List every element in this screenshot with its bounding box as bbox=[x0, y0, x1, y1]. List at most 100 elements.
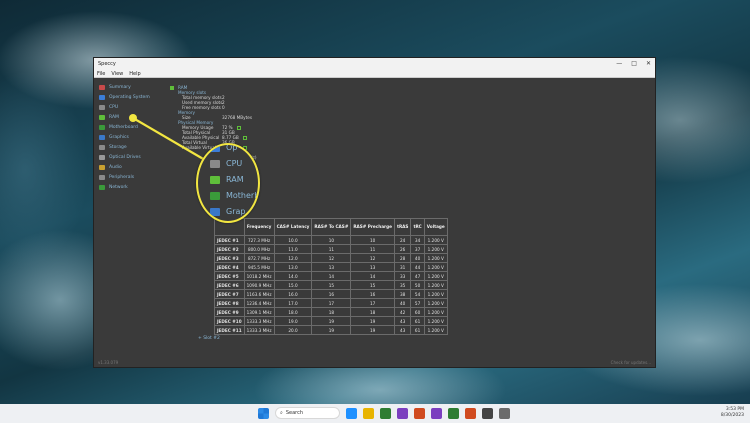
taskbar-app-icon[interactable] bbox=[482, 407, 493, 419]
graphics-icon bbox=[99, 134, 105, 140]
table-cell: 12 bbox=[311, 253, 352, 263]
table-cell: 38 bbox=[393, 289, 412, 299]
magnified-label: CPU bbox=[226, 159, 243, 168]
peripherals-icon bbox=[99, 174, 105, 180]
sidebar-item-graphics[interactable]: Graphics bbox=[99, 132, 159, 142]
ram-icon bbox=[99, 114, 105, 120]
table-cell: 15.0 bbox=[273, 280, 313, 290]
table-cell: 61 bbox=[410, 316, 425, 326]
table-row: JEDEC #7 1163.6 MHz 16.0 16 16 38 54 1.200 V bbox=[214, 289, 448, 299]
table-cell: JEDEC #7 bbox=[214, 289, 245, 299]
sidebar-item-motherboard[interactable]: Motherboard bbox=[99, 122, 159, 132]
sidebar-item-ram[interactable]: RAM bbox=[99, 112, 159, 122]
taskbar-app-icon[interactable] bbox=[465, 407, 476, 419]
table-cell: 1018.2 MHz bbox=[243, 271, 275, 281]
sidebar-item-label: Storage bbox=[109, 144, 127, 150]
table-cell: JEDEC #10 bbox=[214, 316, 245, 326]
table-cell: 10 bbox=[350, 235, 395, 245]
table-cell: 15 bbox=[350, 280, 395, 290]
taskbar-app-icon[interactable] bbox=[380, 407, 391, 419]
sidebar-item-summary[interactable]: Summary bbox=[99, 82, 159, 92]
taskbar-app-icon[interactable] bbox=[431, 407, 442, 419]
motherboard-icon bbox=[210, 191, 220, 200]
taskbar-app-icon[interactable] bbox=[363, 407, 374, 419]
sidebar-item-audio[interactable]: Audio bbox=[99, 162, 159, 172]
table-cell: 34 bbox=[410, 235, 425, 245]
sidebar-item-storage[interactable]: Storage bbox=[99, 142, 159, 152]
table-cell: 40 bbox=[393, 298, 412, 308]
sidebar-item-label: Operating System bbox=[109, 94, 150, 100]
table-cell: 43 bbox=[393, 316, 412, 326]
usage-indicator-icon bbox=[242, 135, 247, 140]
table-row: JEDEC #9 1309.1 MHz 18.0 18 18 42 60 1.200 V bbox=[214, 307, 448, 317]
sidebar-item-label: Audio bbox=[109, 164, 122, 170]
table-cell: 16 bbox=[350, 289, 395, 299]
table-cell: 727.3 MHz bbox=[243, 235, 275, 245]
minimize-icon[interactable]: — bbox=[616, 61, 622, 67]
taskbar-app-icon[interactable] bbox=[448, 407, 459, 419]
taskbar-app-icon[interactable] bbox=[499, 407, 510, 419]
table-cell: 1.200 V bbox=[423, 307, 448, 317]
table-cell: 11.0 bbox=[273, 244, 313, 254]
table-cell: 1163.6 MHz bbox=[243, 289, 275, 299]
sidebar-item-cpu[interactable]: CPU bbox=[99, 102, 159, 112]
sidebar-item-operating-system[interactable]: Operating System bbox=[99, 92, 159, 102]
table-cell: JEDEC #8 bbox=[214, 298, 245, 308]
table-cell: 44 bbox=[410, 262, 425, 272]
table-row: JEDEC #3 872.7 MHz 12.0 12 12 28 40 1.200 V bbox=[214, 253, 448, 263]
magnified-item-grap: Grap bbox=[210, 207, 245, 216]
taskbar-app-icon[interactable] bbox=[397, 407, 408, 419]
table-row: JEDEC #4 945.5 MHz 13.0 13 13 31 44 1.200 V bbox=[214, 262, 448, 272]
table-cell: 14 bbox=[311, 271, 352, 281]
table-cell: 47 bbox=[410, 271, 425, 281]
table-cell: 1.200 V bbox=[423, 271, 448, 281]
magnified-item-ram: RAM bbox=[210, 175, 244, 184]
operating-system-icon bbox=[99, 94, 105, 100]
op-icon bbox=[210, 145, 220, 152]
taskbar-app-icon[interactable] bbox=[414, 407, 425, 419]
magnifier-callout: Op CPU RAM Motherboard Grap bbox=[196, 143, 260, 223]
taskbar-app-icon[interactable] bbox=[346, 407, 357, 419]
search-label: Search bbox=[285, 410, 303, 416]
table-cell: 24 bbox=[393, 235, 412, 245]
magnified-item-op: Op bbox=[210, 145, 237, 152]
optical-drives-icon bbox=[99, 154, 105, 160]
cpu-icon bbox=[210, 159, 220, 168]
table-cell: 1090.9 MHz bbox=[243, 280, 275, 290]
table-cell: 42 bbox=[393, 307, 412, 317]
table-cell: 14 bbox=[350, 271, 395, 281]
table-header: CAS# Latency bbox=[273, 218, 313, 236]
table-cell: 18 bbox=[311, 307, 352, 317]
table-row: JEDEC #5 1018.2 MHz 14.0 14 14 33 47 1.200 V bbox=[214, 271, 448, 281]
sidebar-item-peripherals[interactable]: Peripherals bbox=[99, 172, 159, 182]
magnified-label: RAM bbox=[226, 175, 244, 184]
windows-start-icon[interactable] bbox=[258, 407, 269, 419]
cpu-icon bbox=[99, 104, 105, 110]
check-updates-link[interactable]: Check for updates... bbox=[611, 360, 651, 365]
table-cell: JEDEC #11 bbox=[214, 325, 245, 335]
table-cell: 1.200 V bbox=[423, 316, 448, 326]
table-cell: 35 bbox=[393, 280, 412, 290]
slot-2-link[interactable]: + Slot #2 bbox=[198, 336, 220, 341]
close-icon[interactable]: ✕ bbox=[646, 61, 651, 67]
sidebar-item-label: Motherboard bbox=[109, 124, 138, 130]
table-cell: 43 bbox=[393, 325, 412, 335]
sidebar-item-label: Summary bbox=[109, 84, 131, 90]
table-cell: 1236.4 MHz bbox=[243, 298, 275, 308]
sidebar-item-network[interactable]: Network bbox=[99, 182, 159, 192]
taskbar-search[interactable]: ⌕ Search bbox=[275, 407, 340, 419]
maximize-icon[interactable]: □ bbox=[631, 61, 637, 67]
table-cell: 19 bbox=[311, 316, 352, 326]
magnified-item-motherboard: Motherboard bbox=[210, 191, 258, 200]
table-cell: JEDEC #6 bbox=[214, 280, 245, 290]
table-cell: 13 bbox=[350, 262, 395, 272]
system-clock[interactable]: 3:53 PM 8/30/2023 bbox=[721, 407, 744, 419]
menu-view[interactable]: View bbox=[111, 71, 123, 77]
menu-help[interactable]: Help bbox=[129, 71, 140, 77]
sidebar-item-optical-drives[interactable]: Optical Drives bbox=[99, 152, 159, 162]
table-cell: 10 bbox=[311, 235, 352, 245]
menu-file[interactable]: File bbox=[97, 71, 105, 77]
table-cell: 60 bbox=[410, 307, 425, 317]
table-cell: 33 bbox=[393, 271, 412, 281]
table-cell: 17 bbox=[311, 298, 352, 308]
